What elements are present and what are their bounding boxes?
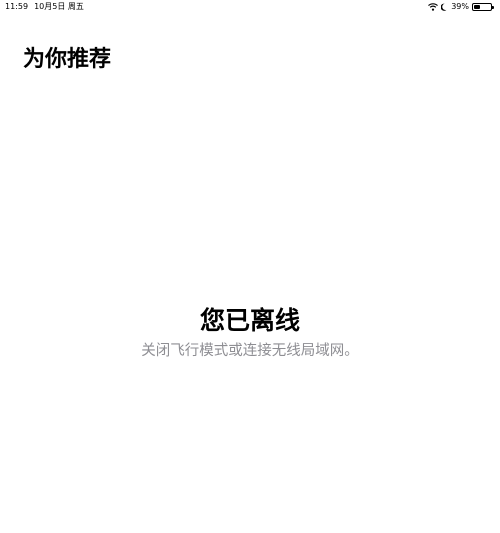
status-time: 11:59 [5, 2, 29, 11]
status-right: 39% [428, 0, 494, 14]
battery-nub [492, 6, 494, 9]
battery-percent: 39% [451, 2, 469, 11]
battery-icon [472, 3, 494, 11]
offline-title: 您已离线 [199, 306, 300, 335]
offline-subtitle: 关闭飞行模式或连接无线局域网。 [141, 343, 359, 359]
status-left: 11:59 10月5日 周五 [5, 0, 84, 14]
offline-message: 您已离线 关闭飞行模式或连接无线局域网。 [0, 302, 500, 362]
page-title: 为你推荐 [23, 47, 112, 72]
status-date: 10月5日 周五 [34, 2, 84, 11]
battery-level [474, 5, 480, 9]
status-bar: 11:59 10月5日 周五 39% [0, 0, 500, 14]
moon-icon [441, 3, 448, 11]
wifi-icon [428, 3, 439, 11]
